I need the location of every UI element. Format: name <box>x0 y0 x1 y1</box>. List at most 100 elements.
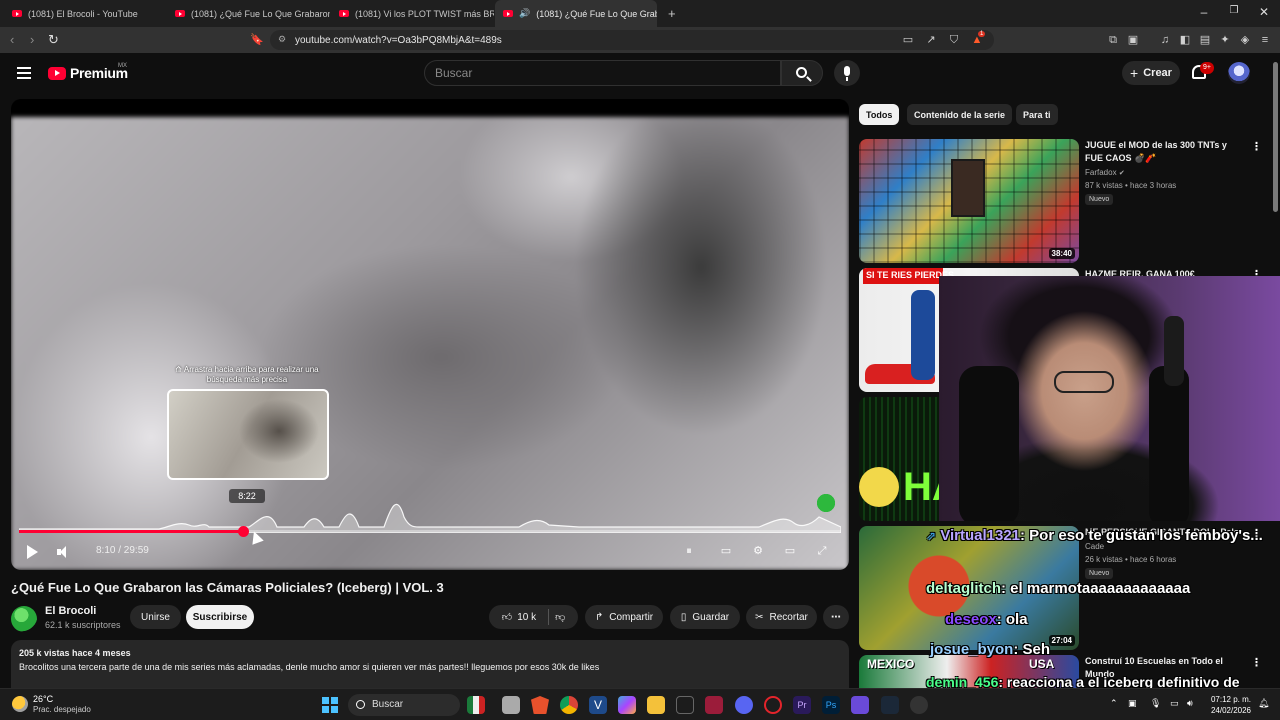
more-options-icon[interactable]: ⋮ <box>1251 656 1262 669</box>
volume-icon[interactable] <box>57 545 73 559</box>
obs-icon[interactable] <box>910 696 928 714</box>
channel-avatar[interactable] <box>11 606 37 632</box>
subtitles-icon[interactable]: ▭ <box>718 544 734 558</box>
cast-icon[interactable]: ▭ <box>901 33 915 47</box>
clock-time: 07:12 p. m. <box>1210 695 1251 704</box>
chip-para-ti[interactable]: Para ti <box>1016 104 1058 125</box>
taskbar-search[interactable]: Buscar <box>348 694 460 716</box>
restore-icon[interactable]: ❐ <box>1226 5 1242 16</box>
discord-icon[interactable] <box>735 696 753 714</box>
mexico-flag-icon[interactable] <box>467 696 485 714</box>
chip-contenido-serie[interactable]: Contenido de la serie <box>907 104 1013 125</box>
bookmark-icon[interactable]: 🔖 <box>250 33 264 46</box>
autoplay-toggle-icon[interactable]: ⏸ <box>681 544 697 558</box>
settings-gear-icon[interactable]: ⚙ <box>750 544 766 558</box>
chrome-icon[interactable] <box>560 696 578 714</box>
close-window-icon[interactable]: ✕ <box>1256 5 1272 19</box>
dislike-button[interactable]: 👎︎ <box>555 611 565 623</box>
wallet-icon[interactable]: ▤ <box>1198 33 1212 47</box>
views-and-date: 205 k vistas hace 4 meses <box>19 648 131 658</box>
channel-name: Farfadox <box>1085 168 1117 177</box>
clock-date: 24/02/2026 <box>1210 706 1251 715</box>
extensions-icon[interactable]: ⧉ <box>1106 33 1120 47</box>
subscribe-button[interactable]: Suscribirse <box>186 605 254 629</box>
chat-username: deseox <box>945 611 997 628</box>
back-icon[interactable]: ‹ <box>10 32 14 47</box>
vpn-icon[interactable]: ◈ <box>1238 33 1252 47</box>
music-icon[interactable]: ♫ <box>1158 33 1172 47</box>
app-icon[interactable] <box>705 696 723 714</box>
description-box[interactable]: 205 k vistas hace 4 meses Brocolitos una… <box>11 640 849 688</box>
create-button[interactable]: + Crear <box>1122 61 1180 85</box>
channel-watermark-icon[interactable] <box>813 493 839 513</box>
search-button[interactable] <box>781 60 823 86</box>
photoshop-icon[interactable]: Ps <box>822 696 840 714</box>
play-icon[interactable] <box>27 545 38 559</box>
site-info-icon[interactable]: ⚙ <box>278 34 286 45</box>
brave-browser-icon[interactable] <box>531 696 549 714</box>
new-tab-button[interactable]: + <box>660 0 680 27</box>
like-button[interactable]: 👍︎ 10 k <box>502 611 536 624</box>
recommendation-channel[interactable]: Farfadox ✔ <box>1085 168 1125 177</box>
minimize-icon[interactable]: – <box>1196 5 1212 19</box>
search-input[interactable]: Buscar <box>424 60 781 86</box>
tab-title: (1081) ¿Qué Fue Lo Que Grabaron la <box>191 8 330 19</box>
weather-temperature[interactable]: 26°C <box>33 694 53 704</box>
recommendation-title[interactable]: JUGUE el MOD de las 300 TNTs y FUE CAOS … <box>1085 139 1245 165</box>
bookmark-icon: ▯ <box>680 611 687 623</box>
browser-tab-active[interactable]: 🔊 (1081) ¿Qué Fue Lo Que Grab ✕ <box>495 0 657 27</box>
more-actions-icon[interactable]: ⋯ <box>823 605 849 629</box>
tray-app-icon[interactable]: ▣ <box>1128 698 1137 709</box>
weather-icon[interactable] <box>12 696 28 712</box>
weather-description[interactable]: Prac. despejado <box>33 705 91 714</box>
share-icon[interactable]: ↗ <box>924 33 938 47</box>
vscode-icon[interactable]: V <box>589 696 607 714</box>
browser-tab[interactable]: (1081) El Brocoli - YouTube <box>4 0 167 27</box>
shields-icon[interactable]: ⛉ <box>947 33 961 47</box>
microphone-icon[interactable]: 🎙︎ <box>1150 698 1161 709</box>
clip-button[interactable]: ✂ Recortar <box>746 605 817 629</box>
browser-tab[interactable]: (1081) Vi los PLOT TWIST más BRUTA <box>331 0 494 27</box>
channel-name[interactable]: El Brocoli <box>45 605 96 617</box>
join-button[interactable]: Unirse <box>130 605 181 629</box>
page-scrollbar-thumb[interactable] <box>1273 62 1278 212</box>
tray-overflow-icon[interactable]: ⌃ <box>1110 698 1118 709</box>
network-icon[interactable]: ▭ <box>1170 698 1179 709</box>
recommendation-thumbnail[interactable]: 38:40 <box>859 139 1079 263</box>
opera-icon[interactable] <box>764 696 782 714</box>
account-avatar[interactable] <box>1228 62 1250 84</box>
reload-icon[interactable]: ↻ <box>48 32 59 48</box>
browser-tab[interactable]: (1081) ¿Qué Fue Lo Que Grabaron la <box>167 0 330 27</box>
store-icon[interactable] <box>676 696 694 714</box>
chip-todos[interactable]: Todos <box>859 104 900 125</box>
more-options-icon[interactable]: ⋮ <box>1251 140 1262 153</box>
copilot-icon[interactable] <box>618 696 636 714</box>
volume-icon[interactable]: 🔊︎ <box>1187 698 1193 709</box>
tab-title: (1081) ¿Qué Fue Lo Que Grab <box>536 8 657 19</box>
tab-search-icon[interactable]: ▣ <box>1126 33 1140 47</box>
share-button[interactable]: ↱ Compartir <box>585 605 663 629</box>
guide-menu-icon[interactable] <box>17 67 31 79</box>
chat-username: Virtual1321 <box>940 527 1021 544</box>
sidebar-icon[interactable]: ◧ <box>1178 33 1192 47</box>
video-player[interactable]: ⟰ Arrastra hacia arriba para realizar un… <box>11 99 849 570</box>
file-explorer-icon[interactable] <box>647 696 665 714</box>
tab-title: (1081) El Brocoli - YouTube <box>28 8 138 19</box>
forward-icon[interactable]: › <box>30 32 34 47</box>
voice-search-icon[interactable] <box>834 60 860 86</box>
save-button[interactable]: ▯ Guardar <box>670 605 740 629</box>
windows-start-icon[interactable] <box>322 697 338 713</box>
system-clock[interactable]: 07:12 p. m. 24/02/2026 <box>1205 694 1251 716</box>
menu-icon[interactable]: ≡ <box>1258 33 1272 47</box>
url-field[interactable]: ⚙ youtube.com/watch?v=Oa3bPQ8MbjA&t=489s <box>270 30 994 50</box>
youtube-premium-logo[interactable]: Premium MX <box>48 63 128 81</box>
notifications-icon[interactable]: 🔔︎ <box>1258 698 1269 709</box>
task-view-icon[interactable] <box>502 696 520 714</box>
leo-ai-icon[interactable]: ✦ <box>1218 33 1232 47</box>
theater-mode-icon[interactable]: ▭ <box>782 544 798 558</box>
steam-icon[interactable] <box>881 696 899 714</box>
teams-icon[interactable] <box>851 696 869 714</box>
chat-message: deseox: ola <box>945 611 1028 628</box>
premiere-pro-icon[interactable]: Pr <box>793 696 811 714</box>
fullscreen-icon[interactable]: ⤢ <box>814 544 830 558</box>
